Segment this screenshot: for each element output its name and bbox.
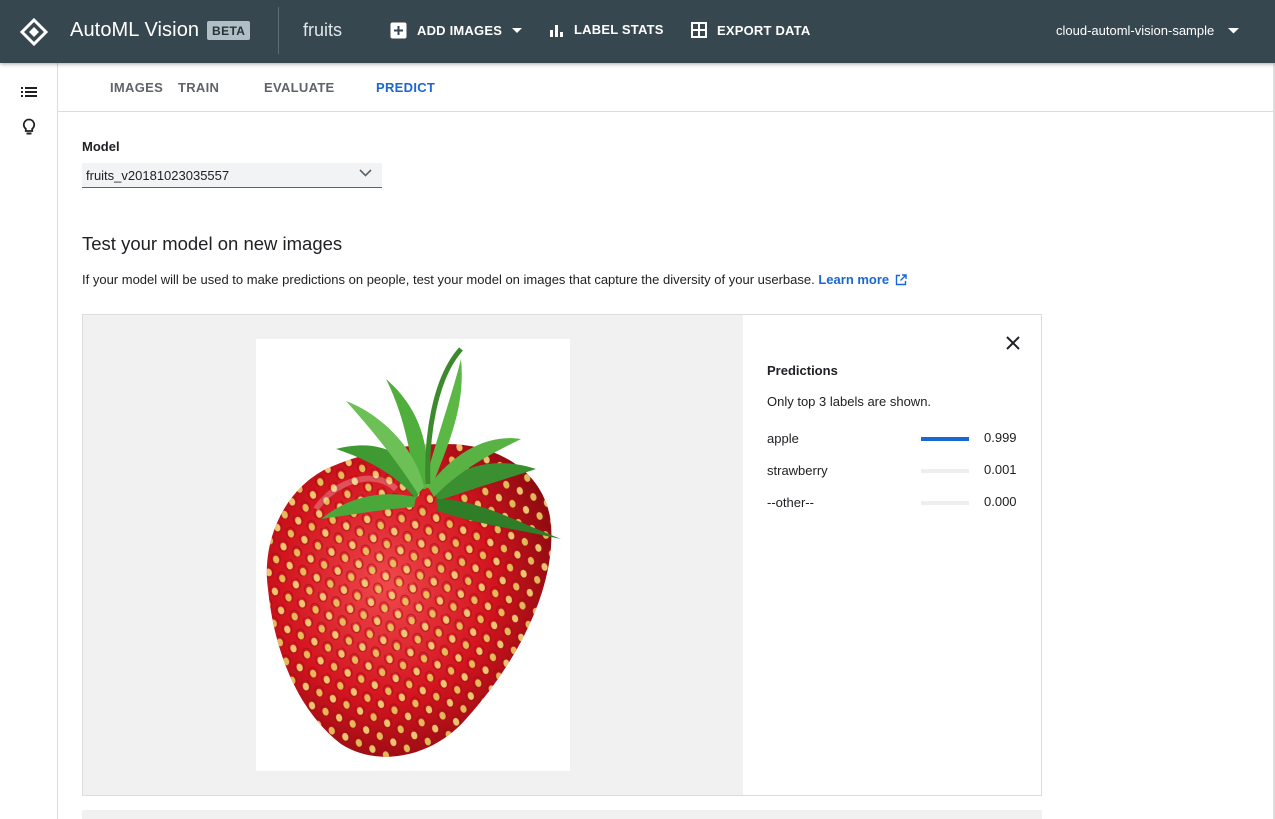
bar-chart-icon: [550, 24, 563, 37]
learn-more-link[interactable]: Learn more: [818, 272, 889, 287]
prediction-row: strawberry 0.001: [767, 462, 1027, 483]
tab-train[interactable]: TRAIN: [178, 80, 219, 95]
prediction-score: 0.000: [984, 494, 1017, 509]
external-link-icon[interactable]: [895, 274, 907, 286]
list-icon[interactable]: [20, 83, 38, 101]
prediction-card: Predictions Only top 3 labels are shown.…: [82, 314, 1042, 796]
dropdown-arrow-icon: [1228, 27, 1240, 33]
next-card-edge: [82, 810, 1042, 819]
dataset-name: fruits: [303, 20, 343, 40]
chevron-down-icon: [359, 169, 372, 177]
automl-logo-icon[interactable]: [20, 18, 48, 46]
predictions-title: Predictions: [767, 363, 838, 378]
tab-evaluate[interactable]: EVALUATE: [264, 80, 335, 95]
export-data-label: EXPORT DATA: [717, 22, 811, 38]
tab-images[interactable]: IMAGES: [110, 80, 163, 95]
add-images-button[interactable]: ADD IMAGES: [390, 22, 523, 39]
project-selector[interactable]: cloud-automl-vision-sample: [1056, 23, 1240, 38]
dropdown-arrow-icon: [512, 27, 523, 33]
predictions-panel: Predictions Only top 3 labels are shown.…: [743, 315, 1041, 795]
strawberry-image: [266, 347, 561, 757]
add-images-label: ADD IMAGES: [417, 23, 503, 38]
tab-predict[interactable]: PREDICT: [376, 80, 435, 95]
export-data-button[interactable]: EXPORT DATA: [691, 22, 810, 38]
description-text: If your model will be used to make predi…: [82, 272, 815, 287]
model-label: Model: [82, 139, 120, 154]
score-bar: [921, 437, 969, 441]
project-name: cloud-automl-vision-sample: [1056, 23, 1215, 38]
prediction-score: 0.999: [984, 430, 1017, 445]
prediction-row: --other-- 0.000: [767, 494, 1027, 515]
prediction-label: apple: [767, 431, 799, 446]
label-stats-button[interactable]: LABEL STATS: [550, 22, 664, 37]
beta-badge: BETA: [207, 21, 251, 40]
close-icon[interactable]: [1005, 335, 1021, 351]
description: If your model will be used to make predi…: [82, 272, 907, 287]
lightbulb-icon[interactable]: [20, 118, 38, 136]
prediction-row: apple 0.999: [767, 430, 1027, 451]
model-select[interactable]: fruits_v20181023035557: [82, 163, 382, 188]
predictions-note: Only top 3 labels are shown.: [767, 394, 932, 409]
uploaded-image: [256, 339, 570, 771]
grid-icon: [691, 22, 707, 38]
label-stats-label: LABEL STATS: [574, 22, 664, 37]
prediction-label: --other--: [767, 495, 814, 510]
tab-bar: IMAGES TRAIN EVALUATE PREDICT: [58, 63, 1275, 112]
add-box-icon: [390, 22, 407, 39]
top-app-bar: AutoML Vision BETA fruits ADD IMAGES LAB…: [0, 0, 1275, 63]
left-nav-rail: [0, 63, 58, 819]
header-divider: [278, 7, 279, 54]
score-bar-fill: [921, 437, 969, 441]
image-preview-area: [83, 315, 743, 795]
app-title: AutoML Vision: [70, 19, 200, 41]
model-select-value: fruits_v20181023035557: [86, 168, 230, 183]
score-bar: [921, 501, 969, 505]
page-heading: Test your model on new images: [82, 233, 343, 254]
prediction-label: strawberry: [767, 463, 828, 478]
prediction-score: 0.001: [984, 462, 1017, 477]
score-bar: [921, 469, 969, 473]
